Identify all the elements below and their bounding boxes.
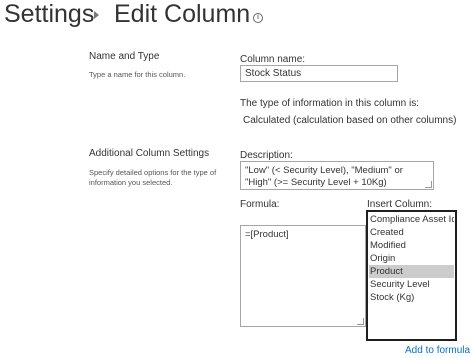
page-title: Edit Column bbox=[114, 0, 251, 28]
resize-handle-icon[interactable] bbox=[357, 318, 364, 325]
info-icon[interactable]: i bbox=[253, 13, 263, 23]
section-desc-additional-settings: Specify detailed options for the type of… bbox=[89, 168, 217, 187]
column-option[interactable]: Product bbox=[369, 265, 454, 278]
formula-value: =[Product] bbox=[245, 229, 289, 240]
section-desc-name-and-type: Type a name for this column. bbox=[89, 70, 186, 79]
column-option[interactable]: Stock (Kg) bbox=[369, 291, 454, 304]
insert-column-listbox[interactable]: Compliance Asset Id Created Modified Origin… bbox=[366, 210, 457, 341]
formula-label: Formula: bbox=[240, 199, 280, 210]
column-option[interactable]: Origin bbox=[369, 252, 454, 265]
column-name-label: Column name: bbox=[240, 54, 306, 65]
resize-handle-icon[interactable] bbox=[425, 181, 432, 188]
add-to-formula-link[interactable]: Add to formula bbox=[405, 345, 470, 356]
insert-column-label: Insert Column: bbox=[367, 199, 433, 210]
description-label: Description: bbox=[240, 150, 293, 161]
column-option[interactable]: Compliance Asset Id bbox=[369, 213, 454, 226]
description-textarea[interactable]: "Low" (< Security Level), "Medium" or "H… bbox=[240, 161, 434, 190]
column-name-input[interactable]: Stock Status bbox=[240, 65, 398, 82]
formula-textarea[interactable]: =[Product] bbox=[240, 225, 366, 327]
type-value: Calculated (calculation based on other c… bbox=[243, 115, 457, 126]
description-value: "Low" (< Security Level), "Medium" or "H… bbox=[245, 165, 403, 188]
section-title-additional-settings: Additional Column Settings bbox=[89, 148, 210, 159]
breadcrumb-settings[interactable]: Settings bbox=[4, 0, 94, 29]
column-option[interactable]: Created bbox=[369, 226, 454, 239]
column-option[interactable]: Modified bbox=[369, 239, 454, 252]
type-label: The type of information in this column i… bbox=[240, 98, 419, 109]
column-name-value: Stock Status bbox=[245, 68, 302, 79]
breadcrumb-separator-icon bbox=[94, 11, 99, 19]
column-option[interactable]: Security Level bbox=[369, 278, 454, 291]
section-title-name-and-type: Name and Type bbox=[89, 51, 160, 62]
